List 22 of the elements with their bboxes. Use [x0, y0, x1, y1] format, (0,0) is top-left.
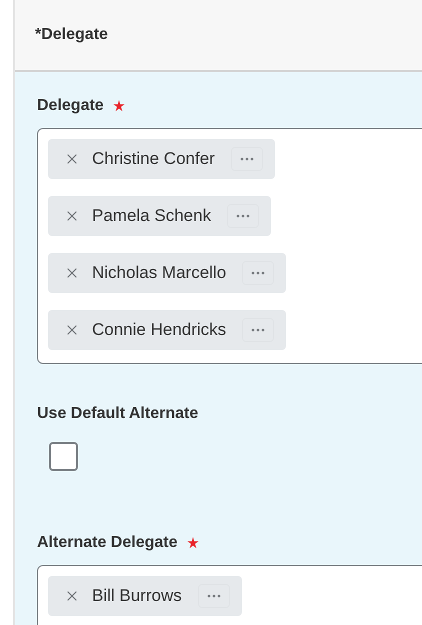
selected-item-pill[interactable]: Bill Burrows: [48, 576, 242, 616]
person-name: Nicholas Marcello: [92, 262, 226, 284]
selected-item-pill[interactable]: Christine Confer: [48, 139, 275, 179]
selected-item-pill[interactable]: Pamela Schenk: [48, 196, 272, 236]
more-icon: [251, 328, 266, 332]
selected-item-pill[interactable]: Connie Hendricks: [48, 310, 286, 350]
checkbox[interactable]: [49, 442, 78, 471]
section-title: *Delegate: [35, 25, 108, 45]
more-icon: [206, 594, 221, 598]
more-icon: [236, 214, 250, 218]
person-name: Bill Burrows: [92, 585, 182, 608]
field-label: Alternate Delegate: [37, 533, 178, 553]
person-name: Connie Hendricks: [92, 319, 226, 342]
person-name: Christine Confer: [92, 148, 215, 170]
multi-select-field[interactable]: Bill Burrows: [37, 565, 422, 625]
multi-select-field[interactable]: Christine Confer Pamela Schenk Nicholas Marcello Connie Hendricks: [37, 128, 422, 364]
more-icon: [240, 157, 254, 161]
field-label: Delegate: [37, 96, 104, 116]
field-label: Use Default Alternate: [37, 404, 198, 424]
selected-item-pill[interactable]: Nicholas Marcello: [48, 253, 286, 293]
more-icon: [251, 271, 266, 275]
person-name: Pamela Schenk: [92, 205, 212, 228]
